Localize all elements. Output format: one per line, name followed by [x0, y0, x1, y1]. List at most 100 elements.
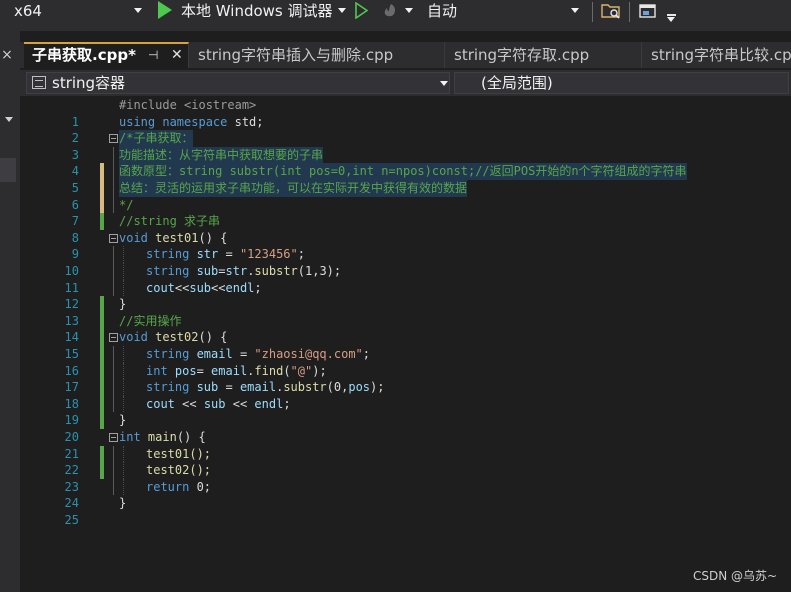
code-line: 19 cout << sub << endl;: [20, 395, 791, 427]
debugger-chevron-down-icon[interactable]: [338, 8, 346, 13]
toolbar-overflow-chevron-down-icon[interactable]: [667, 17, 675, 22]
code-text: cout << sub << endl;: [146, 396, 291, 411]
code-text: */: [119, 197, 134, 212]
fold-guide: [113, 346, 114, 363]
navigation-bar: string容器 (全局范围): [20, 70, 791, 96]
saved-change-marker: [100, 213, 104, 230]
code-line: 12 cout<<sub<<endl;: [20, 279, 791, 311]
document-tabs: 子串获取.cpp* ⊣ ✕ string字符串插入与删除.cpp string字…: [20, 42, 791, 68]
indent-guide: [123, 246, 124, 263]
code-text: cout<<sub<<endl;: [146, 280, 262, 295]
code-text: int pos= email.find("@");: [146, 363, 327, 378]
chevron-down-icon: [440, 81, 448, 86]
member-dropdown[interactable]: (全局范围): [454, 72, 789, 94]
code-line: 25 }: [20, 495, 791, 527]
tab-string-insert-delete-cpp[interactable]: string字符串插入与删除.cpp: [190, 42, 445, 68]
indent-guide: [123, 346, 124, 363]
tab-label: string字符串插入与删除.cpp: [198, 46, 394, 64]
start-debugging-icon[interactable]: [158, 1, 172, 19]
code-text: //实用操作: [119, 313, 182, 328]
fold-guide: [113, 395, 114, 413]
code-text: string email = "zhaosi@qq.com";: [146, 347, 371, 361]
configuration-dropdown[interactable]: 自动: [427, 0, 457, 22]
saved-change-marker: [100, 395, 104, 413]
collapse-icon[interactable]: [109, 134, 118, 144]
code-line: 18 string sub = email.substr(0,pos);: [20, 379, 791, 411]
line-number: 25: [64, 512, 79, 527]
start-without-debugging-icon[interactable]: [355, 2, 368, 19]
hot-reload-chevron-down-icon[interactable]: [405, 8, 413, 13]
indent-guide: [123, 379, 124, 396]
fold-guide: [113, 196, 114, 214]
member-dropdown-label: (全局范围): [481, 74, 553, 92]
scope-dropdown-label: string容器: [52, 74, 126, 92]
configuration-chevron-down-icon[interactable]: [571, 8, 579, 13]
indent-guide: [123, 462, 124, 479]
saved-change-marker: [100, 296, 104, 313]
code-text: test01();: [146, 446, 212, 461]
code-line: 10 string str = "123456";: [20, 246, 791, 278]
indent-guide: [123, 395, 124, 413]
code-text: /*子串获取：: [119, 130, 194, 147]
saved-change-marker: [100, 462, 104, 479]
code-text: 功能描述：从字符串中获取想要的子串: [119, 146, 324, 164]
code-line: 17 int pos= email.find("@");: [20, 362, 791, 394]
unsaved-change-marker: [100, 163, 104, 180]
code-text: string str = "123456";: [146, 247, 305, 262]
toolbar-divider: [592, 2, 593, 22]
debugger-button[interactable]: 本地 Windows 调试器: [181, 0, 333, 22]
close-icon[interactable]: ×: [0, 47, 14, 63]
window-layout-icon[interactable]: [638, 1, 658, 21]
platform-dropdown[interactable]: x64: [14, 0, 42, 22]
panel-selected-item[interactable]: [0, 158, 16, 182]
tab-label: 子串获取.cpp*: [32, 46, 136, 64]
code-text: 函数原型：string substr(int pos=0,int n=npos)…: [119, 163, 687, 180]
fold-guide: [113, 146, 114, 164]
indent-guide: [123, 279, 124, 297]
pin-icon[interactable]: ⊣: [148, 44, 158, 67]
collapse-icon[interactable]: [109, 233, 118, 243]
code-text: test02();: [146, 463, 212, 478]
fold-guide: [113, 362, 114, 380]
solution-explorer-icon[interactable]: [600, 1, 622, 21]
code-editor[interactable]: 1 #include <iostream> 2 using namespace …: [20, 96, 791, 592]
saved-change-marker: [100, 379, 104, 396]
code-line: 6 总结：灵活的运用求子串功能，可以在实际开发中获得有效的数据: [20, 180, 791, 212]
code-text: return 0;: [146, 479, 212, 494]
panel-chevron-down-icon[interactable]: [5, 117, 13, 122]
hot-reload-icon[interactable]: [381, 1, 401, 21]
fold-guide: [113, 246, 114, 263]
fold-guide: [113, 263, 114, 280]
tab-substring-cpp[interactable]: 子串获取.cpp* ⊣ ✕: [24, 42, 189, 68]
code-line: 1 #include <iostream>: [20, 97, 791, 129]
code-text: }: [119, 413, 127, 428]
code-text: void test01() {: [119, 230, 228, 245]
code-text: void test02() {: [119, 330, 228, 345]
tab-string-compare-cpp[interactable]: string字符串比较.cpp: [643, 42, 791, 68]
close-icon[interactable]: ✕: [171, 44, 183, 67]
code-line: 2 using namespace std;: [20, 114, 791, 146]
code-line: 5 函数原型：string substr(int pos=0,int n=npo…: [20, 163, 791, 195]
toolbar-divider: [629, 2, 630, 22]
code-line: 21 int main() {: [20, 429, 791, 461]
saved-change-marker: [100, 362, 104, 380]
saved-change-marker: [100, 346, 104, 363]
code-line: 9 void test01() {: [20, 230, 791, 262]
fold-guide: [113, 180, 114, 197]
collapse-icon[interactable]: [109, 333, 118, 343]
overflow-bar-icon[interactable]: [667, 14, 676, 16]
collapse-icon[interactable]: [109, 433, 118, 442]
code-line: 16 string email = "zhaosi@qq.com";: [20, 346, 791, 378]
code-line: 13 }: [20, 296, 791, 328]
code-line: 24 return 0;: [20, 478, 791, 510]
scope-dropdown[interactable]: string容器: [26, 72, 450, 94]
fold-guide: [113, 445, 114, 463]
indent-guide: [123, 362, 124, 380]
platform-chevron-down-icon[interactable]: [134, 8, 142, 13]
tab-string-char-access-cpp[interactable]: string字符存取.cpp: [446, 42, 642, 68]
code-text: }: [119, 297, 127, 312]
code-text: string sub = email.substr(0,pos);: [146, 380, 385, 395]
code-text: using namespace std;: [119, 114, 264, 129]
unsaved-change-marker: [100, 196, 104, 214]
indent-guide: [123, 478, 124, 496]
